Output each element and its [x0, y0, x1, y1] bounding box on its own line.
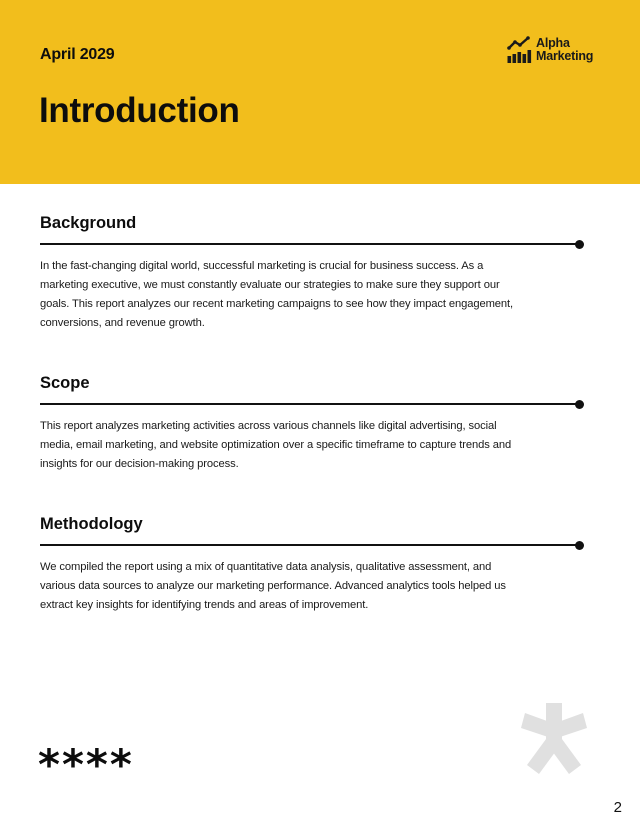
company-logo: Alpha Marketing	[507, 35, 593, 65]
logo-line-2: Marketing	[536, 49, 594, 63]
section-heading: Scope	[40, 374, 90, 392]
page-number: 2	[613, 799, 622, 816]
report-date: April 2029	[40, 46, 115, 63]
divider-dot-icon	[575, 541, 584, 550]
divider-dot-icon	[575, 400, 584, 409]
section-heading: Methodology	[40, 515, 143, 533]
page-title: Introduction	[39, 91, 240, 130]
section-methodology: Methodology We compiled the report using…	[40, 513, 588, 615]
divider-line	[40, 243, 580, 245]
section-body: In the fast-changing digital world, succ…	[40, 260, 514, 329]
section-background: Background In the fast-changing digital …	[40, 212, 588, 333]
divider-line	[40, 403, 580, 405]
section-divider	[40, 240, 584, 249]
chart-growth-icon	[507, 36, 532, 63]
decorative-stars: ****	[38, 740, 134, 789]
section-body: This report analyzes marketing activitie…	[40, 420, 512, 470]
section-heading: Background	[40, 214, 137, 232]
divider-dot-icon	[575, 240, 584, 249]
divider-line	[40, 544, 580, 546]
section-divider	[40, 400, 584, 409]
logo-wordmark: Alpha Marketing	[536, 37, 593, 63]
header-banner: April 2029 Introduction Alpha Marketing	[0, 0, 640, 184]
section-scope: Scope This report analyzes marketing act…	[40, 372, 588, 474]
asterisk-icon	[521, 703, 587, 774]
section-divider	[40, 541, 584, 550]
section-body: We compiled the report using a mix of qu…	[40, 561, 506, 611]
